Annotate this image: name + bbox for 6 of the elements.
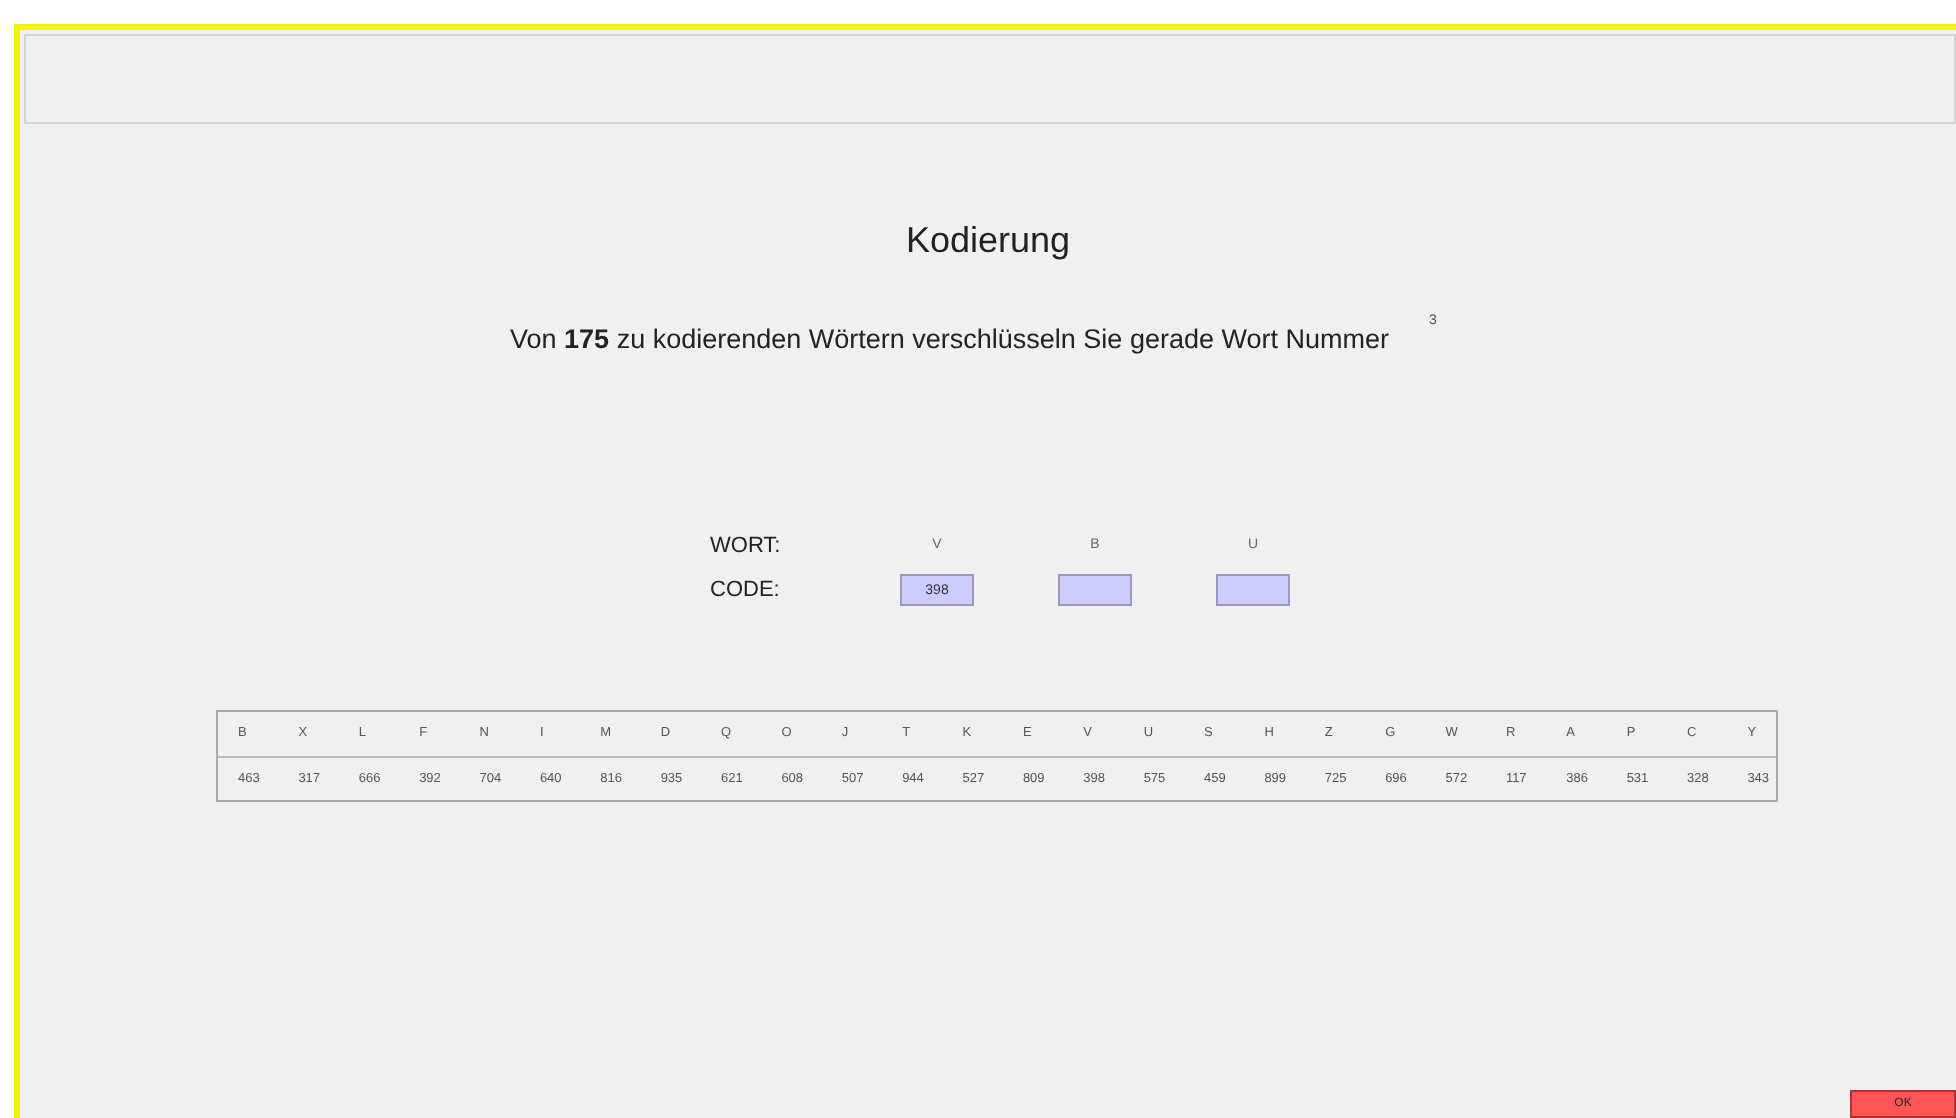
code-input-field[interactable] — [1216, 574, 1290, 606]
page-title: Kodierung — [903, 218, 1073, 264]
instruction-text: Von 175 zu kodierenden Wörtern verschlüsseln Sie gerade Wort Nummer — [510, 322, 1389, 358]
code-input-field[interactable] — [1058, 574, 1132, 606]
word-label: WORT: — [710, 532, 783, 563]
code-label: CODE: — [710, 575, 782, 606]
